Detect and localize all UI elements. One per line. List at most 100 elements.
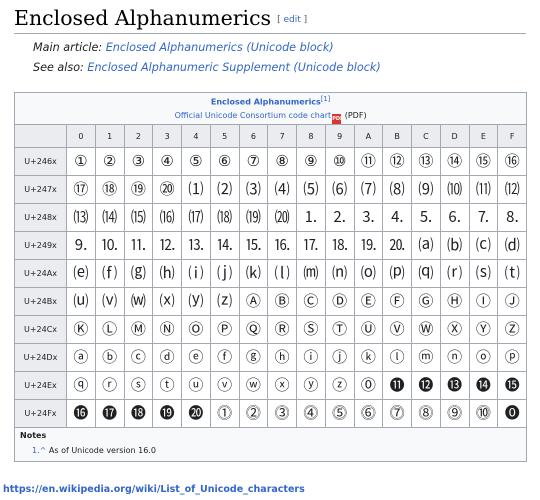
character-cell[interactable]: ⑳ [152,175,182,204]
character-cell[interactable]: ⒄ [181,203,211,232]
character-cell[interactable]: ⓗ [267,343,297,372]
character-cell[interactable]: ⒀ [66,203,96,232]
character-cell[interactable]: ⓬ [411,371,441,400]
character-cell[interactable]: ⓕ [209,343,240,372]
character-cell[interactable]: Ⓧ [439,315,470,344]
character-cell[interactable]: ⓔ [181,343,211,372]
character-cell[interactable]: ⓸ [296,399,326,428]
character-cell[interactable]: ⓨ [296,371,326,400]
main-article-link[interactable]: Enclosed Alphanumerics (Unicode block) [106,41,334,54]
character-cell[interactable]: ⒱ [94,287,125,316]
character-cell[interactable]: ⓫ [382,371,412,400]
character-cell[interactable]: ⓷ [267,399,297,428]
character-cell[interactable]: ⓞ [468,343,499,372]
note-backlink[interactable]: 1.^ [32,446,49,455]
character-cell[interactable]: ⑦ [238,147,269,176]
character-cell[interactable]: ⒏ [497,203,528,232]
character-cell[interactable]: ⒮ [468,259,499,288]
character-cell[interactable]: ⑺ [353,175,384,204]
character-cell[interactable]: Ⓥ [382,315,412,344]
character-cell[interactable]: Ⓒ [296,287,326,316]
character-cell[interactable]: ⒫ [382,259,412,288]
character-cell[interactable]: ⓘ [296,343,326,372]
character-cell[interactable]: ⓖ [238,343,269,372]
character-cell[interactable]: ⓜ [411,343,441,372]
character-cell[interactable]: ⒗ [267,231,297,260]
character-cell[interactable]: ⓭ [439,371,470,400]
character-cell[interactable]: ⓛ [382,343,412,372]
character-cell[interactable]: ⑾ [468,175,499,204]
character-cell[interactable]: ⒧ [267,259,297,288]
character-cell[interactable]: ⑫ [382,147,412,176]
character-cell[interactable]: Ⓔ [353,287,384,316]
character-cell[interactable]: Ⓚ [66,315,96,344]
character-cell[interactable]: ⒲ [123,287,154,316]
character-cell[interactable]: ⑥ [209,147,240,176]
character-cell[interactable]: ⓱ [94,399,125,428]
character-cell[interactable]: ⑼ [411,175,441,204]
character-cell[interactable]: ⓴ [181,399,211,428]
character-cell[interactable]: ⑬ [411,147,441,176]
character-cell[interactable]: ① [66,147,96,176]
caption-title-link[interactable]: Enclosed Alphanumerics [211,98,321,107]
character-cell[interactable]: ⒭ [439,259,470,288]
character-cell[interactable]: Ⓙ [497,287,528,316]
character-cell[interactable]: ⒵ [209,287,240,316]
character-cell[interactable]: ⒛ [382,231,412,260]
character-cell[interactable]: ⑶ [238,175,269,204]
character-cell[interactable]: ⒤ [181,259,211,288]
character-cell[interactable]: ⒖ [238,231,269,260]
character-cell[interactable]: Ⓜ [123,315,154,344]
character-cell[interactable]: ⓻ [382,399,412,428]
character-cell[interactable]: ⑿ [497,175,528,204]
character-cell[interactable]: ⒪ [353,259,384,288]
character-cell[interactable]: ⓮ [468,371,499,400]
character-cell[interactable]: Ⓠ [238,315,269,344]
character-cell[interactable]: ⒓ [152,231,182,260]
character-cell[interactable]: Ⓢ [296,315,326,344]
character-cell[interactable]: Ⓑ [267,287,297,316]
character-cell[interactable]: ⑵ [209,175,240,204]
character-cell[interactable]: ⒅ [209,203,240,232]
character-cell[interactable]: ⒨ [296,259,326,288]
character-cell[interactable]: ⒔ [181,231,211,260]
character-cell[interactable]: ⑪ [353,147,384,176]
character-cell[interactable]: ⒚ [353,231,384,260]
character-cell[interactable]: ⑩ [324,147,355,176]
character-cell[interactable]: ⒦ [238,259,269,288]
character-cell[interactable]: ⒒ [123,231,154,260]
character-cell[interactable]: ⑧ [267,147,297,176]
character-cell[interactable]: ⓠ [66,371,96,400]
character-cell[interactable]: ⒍ [439,203,470,232]
character-cell[interactable]: ④ [152,147,182,176]
character-cell[interactable]: ⒕ [209,231,240,260]
character-cell[interactable]: ⒈ [296,203,326,232]
character-cell[interactable]: ⓹ [324,399,355,428]
character-cell[interactable]: Ⓛ [94,315,125,344]
character-cell[interactable]: ⑰ [66,175,96,204]
character-cell[interactable]: ⓶ [238,399,269,428]
code-chart-link[interactable]: Official Unicode Consortium code chart [175,111,332,120]
character-cell[interactable]: ⓾ [468,399,499,428]
character-cell[interactable]: Ⓨ [468,315,499,344]
character-cell[interactable]: ② [94,147,125,176]
character-cell[interactable]: ⒂ [123,203,154,232]
character-cell[interactable]: ⓳ [152,399,182,428]
character-cell[interactable]: ⓚ [353,343,384,372]
character-cell[interactable]: ⓧ [267,371,297,400]
character-cell[interactable]: ⒑ [94,231,125,260]
character-cell[interactable]: ⑤ [181,147,211,176]
character-cell[interactable]: ⓽ [439,399,470,428]
character-cell[interactable]: ⓼ [411,399,441,428]
character-cell[interactable]: ⓣ [152,371,182,400]
character-cell[interactable]: Ⓐ [238,287,269,316]
edit-link[interactable]: edit [283,15,300,25]
character-cell[interactable]: Ⓝ [152,315,182,344]
character-cell[interactable]: Ⓡ [267,315,297,344]
character-cell[interactable]: ⓓ [152,343,182,372]
character-cell[interactable]: Ⓕ [382,287,412,316]
character-cell[interactable]: ⓩ [324,371,355,400]
character-cell[interactable]: ⒆ [238,203,269,232]
character-cell[interactable]: Ⓤ [353,315,384,344]
character-cell[interactable]: ⒯ [497,259,528,288]
